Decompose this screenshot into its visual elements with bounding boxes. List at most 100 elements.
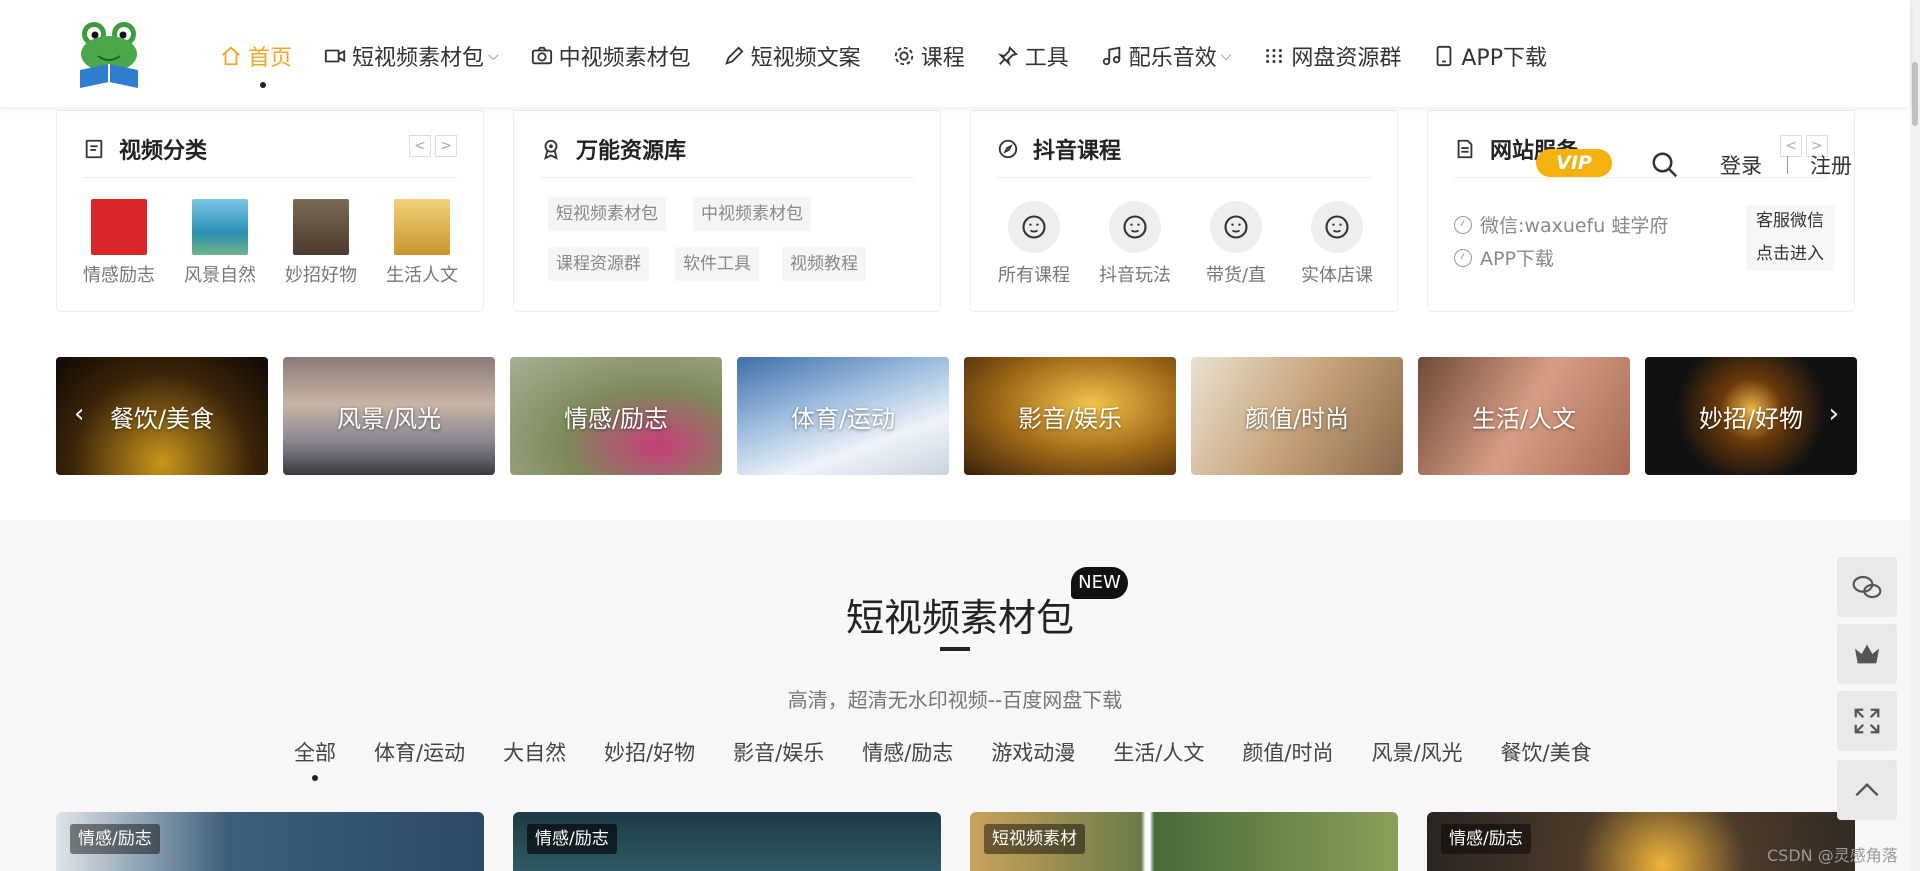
- service-line[interactable]: APP下载: [1454, 244, 1554, 271]
- section-subtitle: 高清，超清无水印视频--百度网盘下载: [787, 688, 1123, 712]
- crown-icon[interactable]: [1837, 624, 1897, 684]
- search-icon[interactable]: [1650, 150, 1680, 184]
- divider: [1787, 156, 1788, 174]
- tab-nature[interactable]: 大自然: [503, 737, 566, 767]
- grid-icon: [1266, 49, 1283, 63]
- card-title: 万能资源库: [540, 133, 686, 165]
- tab-emotion[interactable]: 情感/励志: [862, 737, 953, 767]
- chevron-left-icon[interactable]: ‹: [74, 399, 84, 429]
- douyin-course-title: 抖音课程: [1033, 139, 1122, 164]
- login-link[interactable]: 登录: [1720, 150, 1762, 180]
- resource-tag[interactable]: 视频教程: [782, 247, 866, 281]
- smiley-icon: [1311, 201, 1363, 253]
- tab-fashion[interactable]: 颜值/时尚: [1242, 737, 1333, 767]
- course-item[interactable]: 实体店课: [1292, 201, 1382, 287]
- nav-home-label: 首页: [248, 46, 293, 71]
- tab-games[interactable]: 游戏动漫: [991, 737, 1075, 767]
- page-scrollbar[interactable]: [1910, 0, 1920, 871]
- tab-scenery[interactable]: 风景/风光: [1371, 737, 1462, 767]
- vip-badge[interactable]: VIP: [1536, 149, 1612, 177]
- tab-tips[interactable]: 妙招/好物: [604, 737, 695, 767]
- nav-course[interactable]: 课程: [893, 40, 965, 72]
- post-category-label: 情感/励志: [527, 824, 617, 854]
- new-badge: NEW: [1071, 567, 1128, 599]
- tab-life[interactable]: 生活/人文: [1113, 737, 1204, 767]
- wechat-icon[interactable]: [1837, 557, 1897, 617]
- banner-food[interactable]: ‹ 餐饮/美食: [56, 357, 268, 475]
- service-line[interactable]: 微信:waxuefu 蛙学府: [1454, 211, 1668, 238]
- category-label: 生活人文: [386, 265, 458, 286]
- tab-sports[interactable]: 体育/运动: [374, 737, 465, 767]
- chevron-right-icon[interactable]: ›: [1829, 399, 1839, 429]
- nav-app-label: APP下载: [1461, 46, 1547, 71]
- course-item[interactable]: 带货/直: [1191, 201, 1281, 287]
- smiley-icon: [1210, 201, 1262, 253]
- category-item[interactable]: 情感励志: [79, 199, 159, 287]
- next-arrow-icon[interactable]: >: [435, 135, 457, 157]
- active-dot: [312, 775, 318, 781]
- category-item[interactable]: 风景自然: [180, 199, 260, 287]
- tab-label: 全部: [294, 741, 336, 765]
- resource-tag[interactable]: 软件工具: [675, 247, 759, 281]
- course-item[interactable]: 所有课程: [989, 201, 1079, 287]
- clock-icon: [1454, 215, 1472, 234]
- course-item[interactable]: 抖音玩法: [1090, 201, 1180, 287]
- banner-emotion[interactable]: 情感/励志: [510, 357, 722, 475]
- click-enter-label[interactable]: 点击进入: [1746, 238, 1834, 271]
- douyin-course-card: 抖音课程 所有课程 抖音玩法 带货/直 实体店课: [970, 110, 1398, 312]
- course-label: 实体店课: [1301, 265, 1373, 286]
- document-icon: [85, 139, 103, 159]
- nav-mid-video-label: 中视频素材包: [558, 46, 691, 71]
- category-thumbnail: [293, 199, 349, 255]
- category-thumbnail: [91, 199, 147, 255]
- banner-entertainment[interactable]: 影音/娱乐: [964, 357, 1176, 475]
- prev-arrow-icon[interactable]: <: [1780, 135, 1802, 157]
- nav-netdisk-group[interactable]: 网盘资源群: [1263, 40, 1401, 72]
- nav-music[interactable]: 配乐音效 ⌵: [1101, 40, 1232, 72]
- banner-scenery[interactable]: 风景/风光: [283, 357, 495, 475]
- banner-fashion[interactable]: 颜值/时尚: [1191, 357, 1403, 475]
- tab-entertainment[interactable]: 影音/娱乐: [733, 737, 824, 767]
- tab-label: 情感/励志: [862, 741, 954, 765]
- register-link[interactable]: 注册: [1810, 150, 1852, 180]
- post-category-label: 情感/励志: [70, 824, 160, 854]
- course-label: 带货/直: [1205, 265, 1267, 286]
- banner-label: 妙招/好物: [1698, 404, 1804, 433]
- post-card[interactable]: 短视频素材: [970, 812, 1398, 871]
- site-service-card: 网站服务 < > 微信:waxuefu 蛙学府 APP下载 客服微信 点击进入: [1427, 110, 1855, 312]
- category-item[interactable]: 妙招好物: [281, 199, 361, 287]
- frog-logo[interactable]: [72, 18, 146, 92]
- smiley-icon: [1008, 201, 1060, 253]
- category-item[interactable]: 生活人文: [382, 199, 462, 287]
- post-card[interactable]: 情感/励志: [56, 812, 484, 871]
- nav-home[interactable]: 首页: [220, 40, 293, 88]
- post-card[interactable]: 情感/励志: [513, 812, 941, 871]
- post-category-label: 情感/励志: [1441, 824, 1531, 854]
- compass-icon: [998, 139, 1018, 159]
- banner-label: 情感/励志: [563, 404, 669, 433]
- post-category-label: 短视频素材: [984, 824, 1085, 854]
- nav-copywriting[interactable]: 短视频文案: [723, 40, 861, 72]
- resource-library-card: 万能资源库 短视频素材包 中视频素材包 课程资源群 软件工具 视频教程: [513, 110, 941, 312]
- video-camera-icon: [324, 49, 346, 63]
- tab-all[interactable]: 全部: [294, 737, 336, 781]
- fullscreen-icon[interactable]: [1837, 691, 1897, 751]
- back-to-top-icon[interactable]: [1837, 760, 1897, 820]
- banner-life[interactable]: 生活/人文: [1418, 357, 1630, 475]
- tab-food[interactable]: 餐饮/美食: [1501, 737, 1592, 767]
- banner-label: 影音/娱乐: [1017, 404, 1123, 433]
- resource-tag[interactable]: 短视频素材包: [548, 197, 666, 231]
- banner-sports[interactable]: 体育/运动: [737, 357, 949, 475]
- nav-app-download[interactable]: APP下载: [1433, 40, 1547, 72]
- prev-arrow-icon[interactable]: <: [409, 135, 431, 157]
- nav-short-video-pack[interactable]: 短视频素材包 ⌵: [324, 40, 499, 72]
- chevron-down-icon: ⌵: [1220, 48, 1232, 64]
- customer-service-box[interactable]: 客服微信 点击进入: [1746, 205, 1834, 271]
- nav-mid-video-pack[interactable]: 中视频素材包: [531, 40, 691, 72]
- banner-tips[interactable]: 妙招/好物 ›: [1645, 357, 1857, 475]
- nav-tools[interactable]: 工具: [997, 40, 1069, 72]
- resource-tag[interactable]: 中视频素材包: [693, 197, 811, 231]
- scrollbar-thumb[interactable]: [1912, 62, 1918, 126]
- category-thumbnail: [394, 199, 450, 255]
- resource-tag[interactable]: 课程资源群: [548, 247, 649, 281]
